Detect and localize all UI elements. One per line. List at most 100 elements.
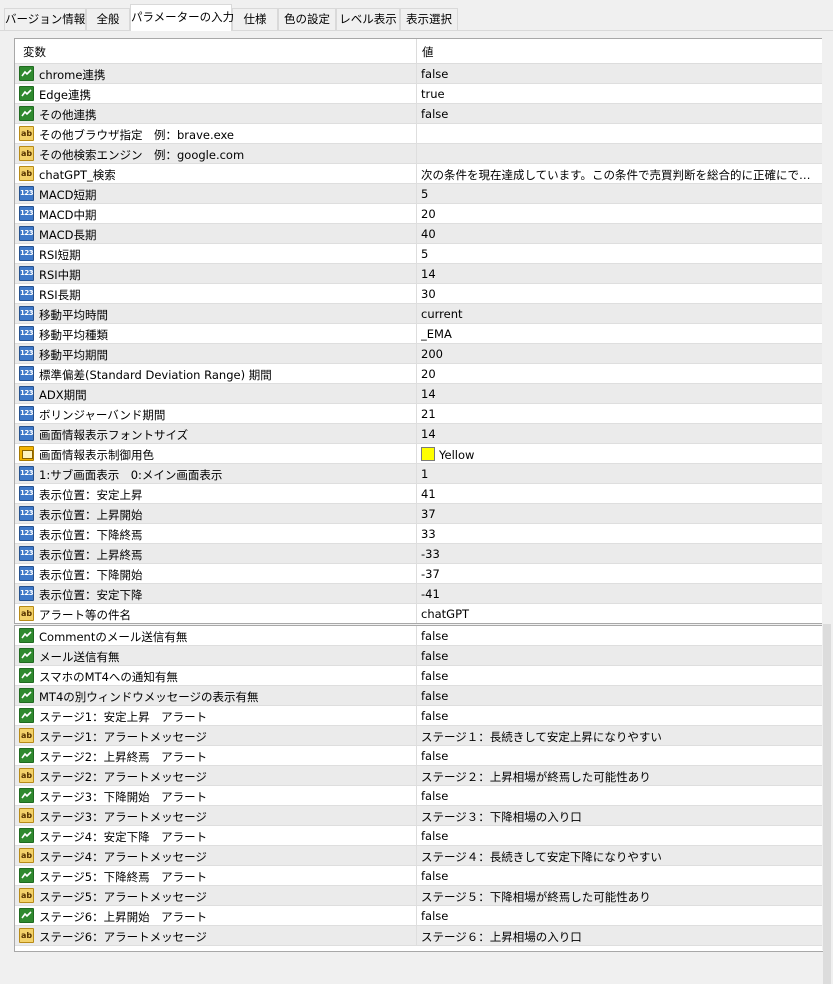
parameter-row[interactable]: 123 移動平均種類 _EMA — [15, 324, 823, 344]
parameter-row[interactable]: 123 表示位置：上昇終焉 -33 — [15, 544, 823, 564]
parameter-value[interactable]: 40 — [421, 227, 817, 241]
parameter-row[interactable]: 123 RSI中期 14 — [15, 264, 823, 284]
parameter-row[interactable]: Commentのメール送信有無 false — [15, 626, 823, 646]
parameter-value[interactable]: 5 — [421, 247, 817, 261]
parameter-value[interactable]: 30 — [421, 287, 817, 301]
parameter-value[interactable]: 21 — [421, 407, 817, 421]
tab-version-info[interactable]: バージョン情報 — [4, 8, 86, 30]
parameter-value[interactable]: false — [421, 829, 817, 843]
parameter-value[interactable]: chatGPT — [421, 607, 817, 621]
parameter-row[interactable]: ab chatGPT_検索 次の条件を現在達成しています。この条件で売買判断を総合的… — [15, 164, 823, 184]
parameter-value[interactable]: ステージ４：長続きして安定下降になりやすい — [421, 849, 817, 865]
parameter-row[interactable]: ステージ4：安定下降 アラート false — [15, 826, 823, 846]
parameter-value[interactable]: false — [421, 909, 817, 923]
parameter-row[interactable]: chrome連携 false — [15, 64, 823, 84]
parameter-row[interactable]: MT4の別ウィンドウメッセージの表示有無 false — [15, 686, 823, 706]
tab-input-parameters[interactable]: パラメーターの入力 — [130, 4, 234, 31]
parameter-value[interactable]: 1 — [421, 467, 817, 481]
parameter-row[interactable]: ステージ1：安定上昇 アラート false — [15, 706, 823, 726]
tab-level-display[interactable]: レベル表示 — [336, 8, 400, 30]
parameter-row[interactable]: 画面情報表示制御用色 Yellow — [15, 444, 823, 464]
parameter-row[interactable]: 123 1:サブ画面表示 0:メイン画面表示 1 — [15, 464, 823, 484]
scrollbar[interactable] — [822, 38, 833, 984]
parameter-row[interactable]: 123 ADX期間 14 — [15, 384, 823, 404]
parameter-row[interactable]: ab アラート等の件名 chatGPT — [15, 604, 823, 623]
parameter-value[interactable]: ステージ２：上昇相場が終焉した可能性あり — [421, 769, 817, 785]
parameter-row[interactable]: 123 表示位置：上昇開始 37 — [15, 504, 823, 524]
parameter-value[interactable]: -37 — [421, 567, 817, 581]
parameter-row[interactable]: 123 RSI短期 5 — [15, 244, 823, 264]
parameter-row[interactable]: 123 表示位置：下降終焉 33 — [15, 524, 823, 544]
header-variable[interactable]: 変数 — [23, 44, 46, 60]
parameter-row[interactable]: ab ステージ2：アラートメッセージ ステージ２：上昇相場が終焉した可能性あり — [15, 766, 823, 786]
parameter-row[interactable]: Edge連携 true — [15, 84, 823, 104]
parameter-row[interactable]: 123 移動平均期間 200 — [15, 344, 823, 364]
parameter-row[interactable]: ステージ2：上昇終焉 アラート false — [15, 746, 823, 766]
parameter-value[interactable]: _EMA — [421, 327, 817, 341]
parameter-value[interactable]: true — [421, 87, 817, 101]
parameter-row[interactable]: 123 表示位置：安定上昇 41 — [15, 484, 823, 504]
parameter-row[interactable]: ab その他ブラウザ指定 例：brave.exe — [15, 124, 823, 144]
parameter-value[interactable]: 37 — [421, 507, 817, 521]
parameter-row[interactable]: 123 MACD長期 40 — [15, 224, 823, 244]
parameter-row[interactable]: 123 標準偏差(Standard Deviation Range) 期間 20 — [15, 364, 823, 384]
parameter-value[interactable]: ステージ６：上昇相場の入り口 — [421, 929, 817, 945]
parameter-row[interactable]: ab ステージ1：アラートメッセージ ステージ１：長続きして安定上昇になりやすい — [15, 726, 823, 746]
parameter-value[interactable]: false — [421, 709, 817, 723]
parameter-row[interactable]: ab ステージ6：アラートメッセージ ステージ６：上昇相場の入り口 — [15, 926, 823, 946]
parameter-value[interactable]: Yellow — [421, 447, 817, 462]
parameter-value[interactable]: 20 — [421, 207, 817, 221]
parameter-row[interactable]: 123 移動平均時間 current — [15, 304, 823, 324]
parameter-name: ADX期間 — [39, 388, 87, 402]
parameter-value[interactable]: 200 — [421, 347, 817, 361]
parameter-value[interactable]: 5 — [421, 187, 817, 201]
parameter-value[interactable]: 次の条件を現在達成しています。この条件で売買判断を総合的に正確にできるだ… — [421, 167, 817, 183]
parameter-row[interactable]: ステージ6：上昇開始 アラート false — [15, 906, 823, 926]
parameter-row[interactable]: ステージ5：下降終焉 アラート false — [15, 866, 823, 886]
parameter-row[interactable]: ステージ3：下降開始 アラート false — [15, 786, 823, 806]
parameter-row[interactable]: 123 表示位置：安定下降 -41 — [15, 584, 823, 604]
parameter-row[interactable]: ab ステージ4：アラートメッセージ ステージ４：長続きして安定下降になりやすい — [15, 846, 823, 866]
tab-color-settings[interactable]: 色の設定 — [278, 8, 336, 30]
parameter-row[interactable]: ab ステージ3：アラートメッセージ ステージ３：下降相場の入り口 — [15, 806, 823, 826]
parameter-value[interactable]: 33 — [421, 527, 817, 541]
parameter-row[interactable]: メール送信有無 false — [15, 646, 823, 666]
parameter-value[interactable]: false — [421, 629, 817, 643]
parameter-value[interactable]: -41 — [421, 587, 817, 601]
header-column-divider[interactable] — [416, 39, 417, 63]
parameter-value[interactable]: 41 — [421, 487, 817, 501]
parameter-row[interactable]: 123 RSI長期 30 — [15, 284, 823, 304]
parameter-value[interactable]: ステージ１：長続きして安定上昇になりやすい — [421, 729, 817, 745]
parameter-row[interactable]: スマホのMT4への通知有無 false — [15, 666, 823, 686]
parameter-value[interactable]: 20 — [421, 367, 817, 381]
parameter-value[interactable]: current — [421, 307, 817, 321]
parameter-value[interactable]: false — [421, 67, 817, 81]
parameter-row[interactable]: 123 MACD短期 5 — [15, 184, 823, 204]
parameter-value[interactable]: false — [421, 669, 817, 683]
parameter-row[interactable]: 123 MACD中期 20 — [15, 204, 823, 224]
parameter-row[interactable]: ab その他検索エンジン 例：google.com — [15, 144, 823, 164]
parameter-value[interactable]: false — [421, 869, 817, 883]
tab-general[interactable]: 全般 — [86, 8, 130, 30]
parameter-row[interactable]: 123 ボリンジャーバンド期間 21 — [15, 404, 823, 424]
parameter-value[interactable]: false — [421, 689, 817, 703]
parameter-row[interactable]: ab ステージ5：アラートメッセージ ステージ５：下降相場が終焉した可能性あり — [15, 886, 823, 906]
color-swatch[interactable] — [421, 447, 435, 461]
parameter-row[interactable]: 123 画面情報表示フォントサイズ 14 — [15, 424, 823, 444]
scrollbar-thumb[interactable] — [823, 624, 831, 984]
parameter-row[interactable]: 123 表示位置：下降開始 -37 — [15, 564, 823, 584]
tab-display-select[interactable]: 表示選択 — [400, 8, 458, 30]
parameter-value[interactable]: ステージ５：下降相場が終焉した可能性あり — [421, 889, 817, 905]
parameter-value[interactable]: -33 — [421, 547, 817, 561]
parameter-value[interactable]: ステージ３：下降相場の入り口 — [421, 809, 817, 825]
header-value[interactable]: 値 — [422, 44, 434, 60]
parameter-value[interactable]: false — [421, 107, 817, 121]
parameter-value[interactable]: 14 — [421, 387, 817, 401]
parameter-value[interactable]: 14 — [421, 267, 817, 281]
parameter-row[interactable]: その他連携 false — [15, 104, 823, 124]
parameter-value[interactable]: false — [421, 649, 817, 663]
parameter-value[interactable]: false — [421, 789, 817, 803]
parameter-value[interactable]: false — [421, 749, 817, 763]
parameter-value[interactable]: 14 — [421, 427, 817, 441]
tab-specification[interactable]: 仕様 — [232, 8, 278, 30]
